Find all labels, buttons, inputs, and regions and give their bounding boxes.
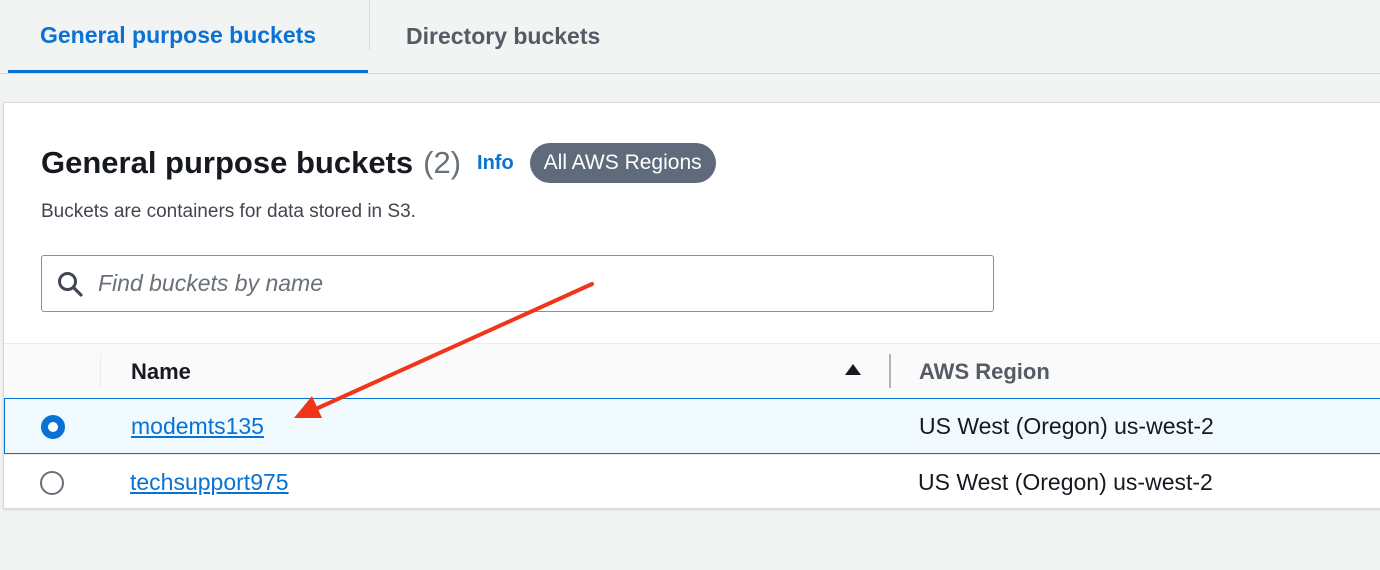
table-row[interactable]: techsupport975 US West (Oregon) us-west-… xyxy=(4,454,1380,510)
sort-ascending-icon[interactable] xyxy=(844,361,862,379)
table-row[interactable]: modemts135 US West (Oregon) us-west-2 xyxy=(4,398,1380,454)
search-icon xyxy=(58,271,83,297)
tab-directory-buckets[interactable]: Directory buckets xyxy=(370,0,600,73)
all-regions-badge: All AWS Regions xyxy=(529,143,716,183)
buckets-panel: General purpose buckets (2) Info All AWS… xyxy=(3,102,1380,509)
info-link[interactable]: Info xyxy=(477,152,514,175)
search-box[interactable] xyxy=(41,255,994,312)
search-input[interactable] xyxy=(98,270,978,297)
column-divider xyxy=(100,354,101,388)
bucket-type-tabs: General purpose buckets Directory bucket… xyxy=(0,0,1380,74)
panel-title: General purpose buckets xyxy=(41,145,414,180)
panel-header: General purpose buckets (2) Info All AWS… xyxy=(41,143,716,183)
bucket-count: (2) xyxy=(423,145,462,180)
table-header: Name AWS Region xyxy=(4,343,1380,398)
bucket-link[interactable]: modemts135 xyxy=(131,413,264,440)
tab-general-purpose-buckets[interactable]: General purpose buckets xyxy=(8,0,368,73)
column-header-name[interactable]: Name xyxy=(131,359,191,385)
radio-unselected-icon[interactable] xyxy=(40,471,64,495)
column-resize-handle[interactable] xyxy=(889,354,891,388)
bucket-region: US West (Oregon) us-west-2 xyxy=(918,469,1213,495)
bucket-link[interactable]: techsupport975 xyxy=(130,469,289,496)
radio-selected-icon[interactable] xyxy=(41,415,65,439)
column-header-aws-region[interactable]: AWS Region xyxy=(919,359,1050,385)
bucket-region: US West (Oregon) us-west-2 xyxy=(919,413,1214,439)
panel-description: Buckets are containers for data stored i… xyxy=(41,201,416,222)
